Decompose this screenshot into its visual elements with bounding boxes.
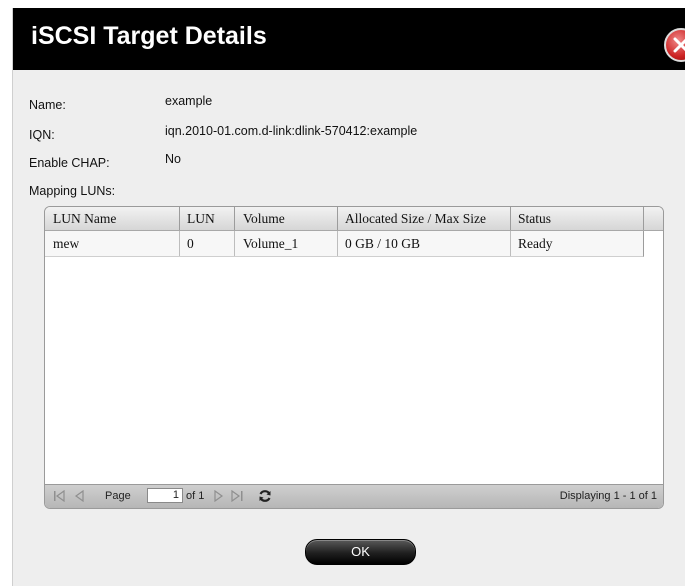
iscsi-target-details-dialog: iSCSI Target Details Name: example IQN: … <box>12 8 685 586</box>
grid-header: LUN Name LUN Volume Allocated Size / Max… <box>45 207 663 231</box>
cell-lun: 0 <box>187 236 194 251</box>
col-header-lun[interactable]: LUN <box>187 211 215 227</box>
prev-page-icon[interactable] <box>73 490 85 502</box>
cell-lun-name: mew <box>53 236 80 251</box>
page-input[interactable]: 1 <box>147 488 183 503</box>
col-header-lun-name[interactable]: LUN Name <box>53 211 116 227</box>
table-row[interactable]: mew 0 Volume_1 0 GB / 10 GB Ready <box>45 231 644 257</box>
col-header-allocated-size[interactable]: Allocated Size / Max Size <box>345 211 509 227</box>
dialog-titlebar: iSCSI Target Details <box>13 8 685 70</box>
dialog-title: iSCSI Target Details <box>31 22 267 50</box>
page-of-label: of 1 <box>186 490 205 502</box>
last-page-icon[interactable] <box>230 490 244 502</box>
iqn-label: IQN: <box>29 128 55 142</box>
refresh-icon[interactable] <box>258 489 272 503</box>
next-page-icon[interactable] <box>213 490 225 502</box>
displaying-count: Displaying 1 - 1 of 1 <box>559 490 657 502</box>
mapping-luns-label: Mapping LUNs: <box>29 184 116 198</box>
cell-size: 0 GB / 10 GB <box>345 236 421 251</box>
name-label: Name: <box>29 98 66 112</box>
cell-status: Ready <box>518 236 553 251</box>
enable-chap-value: No <box>165 152 181 166</box>
cell-volume: Volume_1 <box>243 236 299 251</box>
col-header-volume[interactable]: Volume <box>243 211 285 227</box>
iqn-value: iqn.2010-01.com.d-link:dlink-570412:exam… <box>165 124 418 138</box>
close-icon <box>673 37 685 53</box>
ok-button[interactable]: OK <box>305 539 416 565</box>
mapping-luns-grid: LUN Name LUN Volume Allocated Size / Max… <box>44 206 664 509</box>
grid-pager: Page 1 of 1 Displaying 1 - 1 of 1 <box>45 484 663 508</box>
page-label: Page <box>105 490 131 502</box>
enable-chap-label: Enable CHAP: <box>29 156 110 170</box>
col-header-status[interactable]: Status <box>518 211 551 227</box>
first-page-icon[interactable] <box>53 490 67 502</box>
name-value: example <box>165 94 213 108</box>
